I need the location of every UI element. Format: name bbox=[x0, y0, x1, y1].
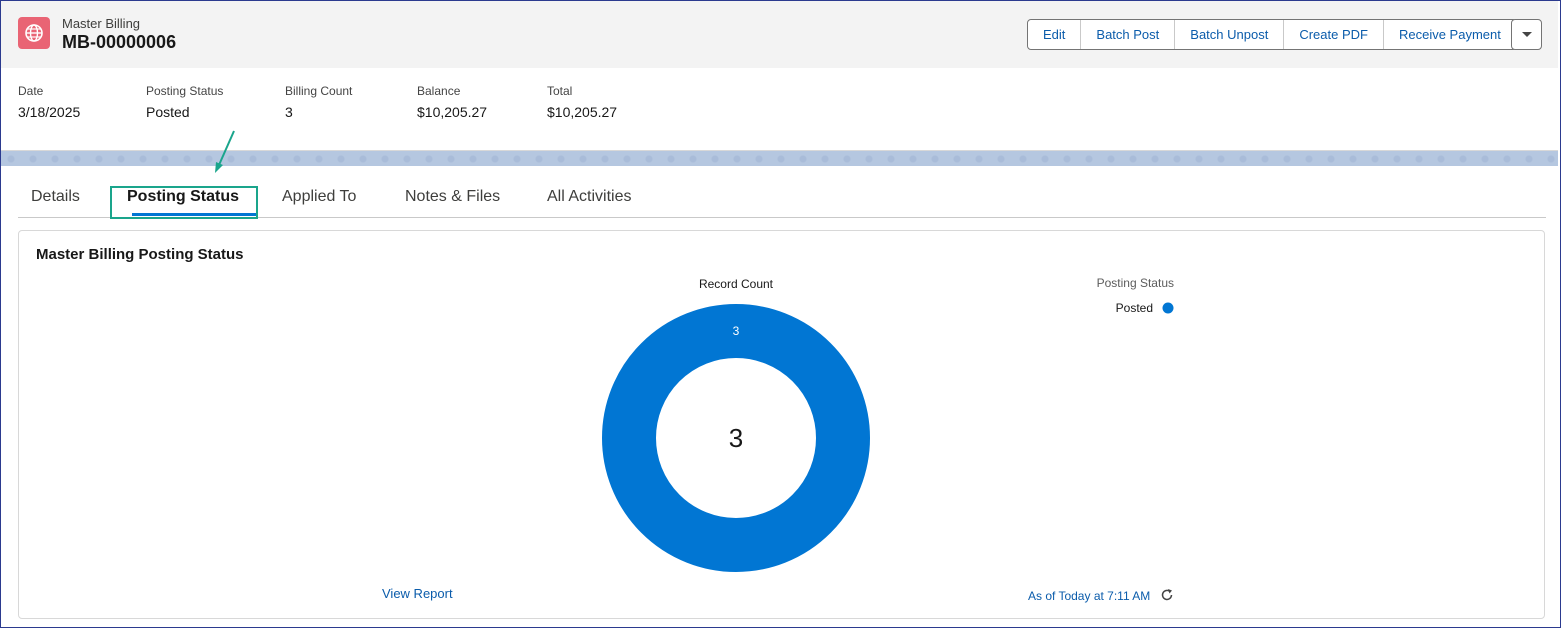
batch-post-button[interactable]: Batch Post bbox=[1081, 20, 1176, 49]
object-type-label: Master Billing bbox=[62, 16, 141, 31]
more-actions-button[interactable] bbox=[1511, 19, 1542, 50]
as-of-timestamp: As of Today at 7:11 AM bbox=[1028, 589, 1151, 603]
highlight-value: Posted bbox=[146, 104, 190, 120]
tab-bar: Details Posting Status Applied To Notes … bbox=[18, 166, 1546, 219]
legend-label: Posted bbox=[1116, 301, 1153, 315]
batch-unpost-button[interactable]: Batch Unpost bbox=[1175, 20, 1285, 49]
highlight-value: 3/18/2025 bbox=[18, 104, 81, 120]
tab-details[interactable]: Details bbox=[31, 188, 80, 206]
annotation-highlight-box bbox=[110, 186, 258, 219]
highlight-total: Total $10,205.27 bbox=[547, 84, 677, 120]
highlight-label: Billing Count bbox=[285, 84, 353, 98]
highlight-value: 3 bbox=[285, 104, 293, 120]
action-button-group: Edit Batch Post Batch Unpost Create PDF … bbox=[1027, 19, 1517, 50]
chevron-down-icon bbox=[1521, 31, 1532, 37]
annotation-arrow-icon bbox=[215, 130, 235, 173]
highlight-billing-count: Billing Count 3 bbox=[285, 84, 417, 120]
slice-data-label: 3 bbox=[733, 324, 740, 338]
donut-center-label: 3 bbox=[729, 423, 743, 453]
highlights-panel: Date 3/18/2025 Posting Status Posted Bil… bbox=[18, 84, 677, 120]
receive-payment-button[interactable]: Receive Payment bbox=[1383, 20, 1516, 49]
highlight-label: Posting Status bbox=[146, 84, 224, 98]
record-name: MB-00000006 bbox=[62, 32, 177, 52]
donut-chart: Record Count 3 3 Posting Status Posted bbox=[602, 276, 1174, 572]
highlight-balance: Balance $10,205.27 bbox=[417, 84, 547, 120]
posting-status-card: Master Billing Posting Status Record Cou… bbox=[18, 230, 1545, 619]
highlight-value: $10,205.27 bbox=[417, 104, 488, 120]
refresh-icon[interactable] bbox=[1160, 588, 1174, 602]
highlight-date: Date 3/18/2025 bbox=[18, 84, 146, 120]
view-report-link[interactable]: View Report bbox=[382, 586, 453, 601]
chart-title: Record Count bbox=[699, 277, 774, 291]
globe-icon bbox=[18, 17, 50, 49]
tab-applied-to[interactable]: Applied To bbox=[282, 188, 356, 206]
tab-notes-files[interactable]: Notes & Files bbox=[405, 188, 500, 206]
edit-button[interactable]: Edit bbox=[1028, 20, 1082, 49]
highlight-label: Balance bbox=[417, 84, 461, 98]
tab-all-activities[interactable]: All Activities bbox=[547, 188, 631, 206]
highlight-label: Date bbox=[18, 84, 44, 98]
highlight-posting-status: Posting Status Posted bbox=[146, 84, 285, 120]
legend-swatch[interactable] bbox=[1162, 302, 1174, 314]
highlight-value: $10,205.27 bbox=[547, 104, 618, 120]
legend-title: Posting Status bbox=[1097, 276, 1174, 290]
highlight-label: Total bbox=[547, 84, 573, 98]
create-pdf-button[interactable]: Create PDF bbox=[1284, 20, 1384, 49]
